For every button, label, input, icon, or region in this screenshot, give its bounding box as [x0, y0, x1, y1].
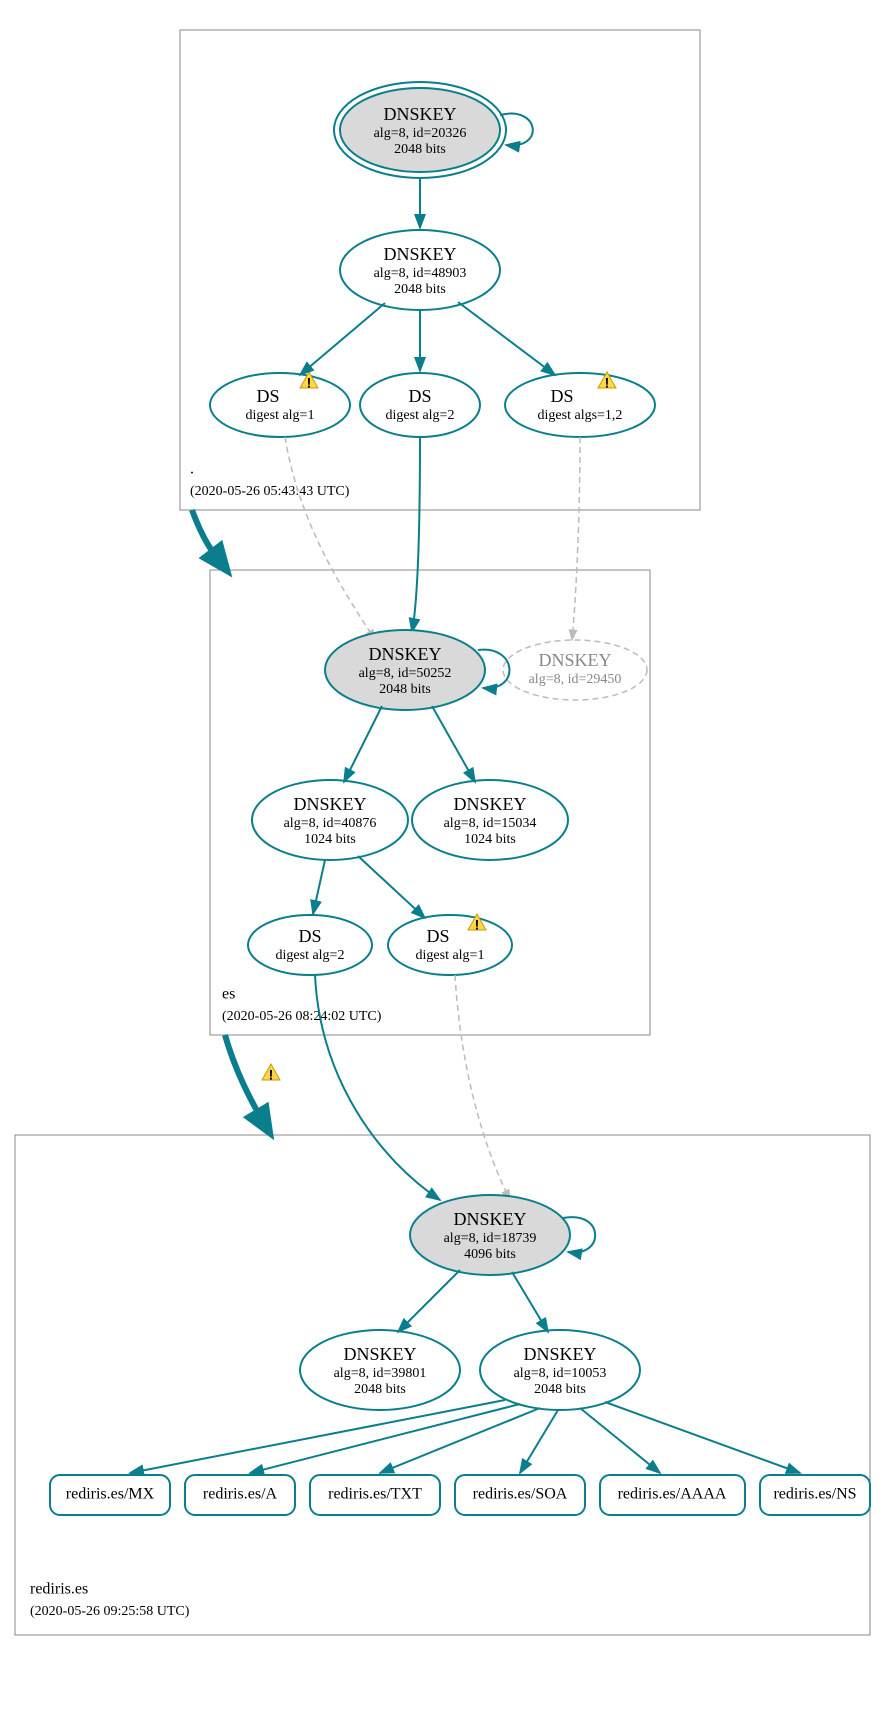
svg-text:2048 bits: 2048 bits [354, 1382, 406, 1397]
svg-text:!: ! [307, 375, 312, 391]
svg-text:alg=8, id=10053: alg=8, id=10053 [514, 1366, 607, 1381]
zone-es-time: (2020-05-26 08:24:02 UTC) [222, 1009, 382, 1024]
svg-text:DS: DS [408, 386, 431, 406]
svg-text:DNSKEY: DNSKEY [293, 794, 366, 814]
svg-text:digest alg=1: digest alg=1 [416, 948, 485, 963]
node-es-ds1: DS digest alg=1 ! [388, 914, 512, 975]
svg-text:alg=8, id=39801: alg=8, id=39801 [334, 1366, 427, 1381]
svg-text:rediris.es/SOA: rediris.es/SOA [473, 1486, 568, 1503]
dnssec-diagram: . (2020-05-26 05:43:43 UTC) es (2020-05-… [0, 0, 891, 1732]
svg-text:digest algs=1,2: digest algs=1,2 [538, 408, 623, 423]
node-es-zsk2: DNSKEY alg=8, id=15034 1024 bits [412, 780, 568, 860]
svg-text:2048 bits: 2048 bits [379, 682, 431, 697]
svg-text:rediris.es/AAAA: rediris.es/AAAA [618, 1486, 727, 1503]
svg-text:digest alg=2: digest alg=2 [276, 948, 345, 963]
svg-text:DNSKEY: DNSKEY [383, 104, 456, 124]
svg-text:!: ! [475, 917, 480, 933]
svg-text:DNSKEY: DNSKEY [453, 1209, 526, 1229]
svg-text:2048 bits: 2048 bits [534, 1382, 586, 1397]
svg-text:!: ! [269, 1067, 274, 1083]
svg-text:DNSKEY: DNSKEY [368, 644, 441, 664]
node-rediris-ksk: DNSKEY alg=8, id=18739 4096 bits [410, 1195, 570, 1275]
svg-text:DNSKEY: DNSKEY [343, 1344, 416, 1364]
svg-text:4096 bits: 4096 bits [464, 1247, 516, 1262]
edge-es-to-rediris [225, 1035, 268, 1130]
svg-text:DNSKEY: DNSKEY [523, 1344, 596, 1364]
svg-text:rediris.es/TXT: rediris.es/TXT [328, 1486, 422, 1503]
rrsets: rediris.es/MX rediris.es/A rediris.es/TX… [50, 1475, 870, 1515]
node-root-ksk: DNSKEY alg=8, id=20326 2048 bits [334, 82, 506, 178]
svg-text:alg=8, id=48903: alg=8, id=48903 [374, 266, 467, 281]
node-root-zsk: DNSKEY alg=8, id=48903 2048 bits [340, 230, 500, 310]
svg-text:rediris.es/A: rediris.es/A [203, 1486, 278, 1503]
svg-text:DS: DS [298, 926, 321, 946]
zone-root-time: (2020-05-26 05:43:43 UTC) [190, 484, 350, 499]
node-es-zsk1: DNSKEY alg=8, id=40876 1024 bits [252, 780, 408, 860]
svg-text:DNSKEY: DNSKEY [538, 650, 611, 670]
svg-text:rediris.es/NS: rediris.es/NS [773, 1486, 856, 1503]
svg-text:DS: DS [550, 386, 573, 406]
svg-text:alg=8, id=40876: alg=8, id=40876 [284, 816, 377, 831]
node-root-ds12: DS digest algs=1,2 ! [505, 372, 655, 437]
node-es-ksk: DNSKEY alg=8, id=50252 2048 bits [325, 630, 485, 710]
node-root-ds2: DS digest alg=2 [360, 373, 480, 437]
svg-text:2048 bits: 2048 bits [394, 282, 446, 297]
zone-rediris-time: (2020-05-26 09:25:58 UTC) [30, 1604, 190, 1619]
zone-root-name: . [190, 461, 194, 478]
zone-rediris-name: rediris.es [30, 1581, 88, 1598]
warning-icon: ! [262, 1064, 280, 1083]
svg-text:digest alg=2: digest alg=2 [386, 408, 455, 423]
svg-text:DS: DS [426, 926, 449, 946]
node-rediris-zsk1: DNSKEY alg=8, id=39801 2048 bits [300, 1330, 460, 1410]
svg-text:DNSKEY: DNSKEY [383, 244, 456, 264]
svg-text:1024 bits: 1024 bits [304, 832, 356, 847]
node-es-ds2: DS digest alg=2 [248, 915, 372, 975]
svg-text:DNSKEY: DNSKEY [453, 794, 526, 814]
svg-text:alg=8, id=15034: alg=8, id=15034 [444, 816, 537, 831]
svg-text:alg=8, id=20326: alg=8, id=20326 [374, 126, 467, 141]
svg-text:alg=8, id=50252: alg=8, id=50252 [359, 666, 452, 681]
svg-text:alg=8, id=29450: alg=8, id=29450 [529, 672, 622, 687]
svg-text:1024 bits: 1024 bits [464, 832, 516, 847]
svg-text:rediris.es/MX: rediris.es/MX [66, 1486, 155, 1503]
svg-text:!: ! [605, 375, 610, 391]
node-rediris-zsk2: DNSKEY alg=8, id=10053 2048 bits [480, 1330, 640, 1410]
svg-text:digest alg=1: digest alg=1 [246, 408, 315, 423]
edge-root-to-es [192, 510, 225, 568]
svg-text:DS: DS [256, 386, 279, 406]
zone-es-name: es [222, 986, 235, 1003]
svg-text:alg=8, id=18739: alg=8, id=18739 [444, 1231, 537, 1246]
svg-text:2048 bits: 2048 bits [394, 142, 446, 157]
node-es-dashed: DNSKEY alg=8, id=29450 [503, 640, 647, 700]
node-root-ds1: DS digest alg=1 ! [210, 372, 350, 437]
